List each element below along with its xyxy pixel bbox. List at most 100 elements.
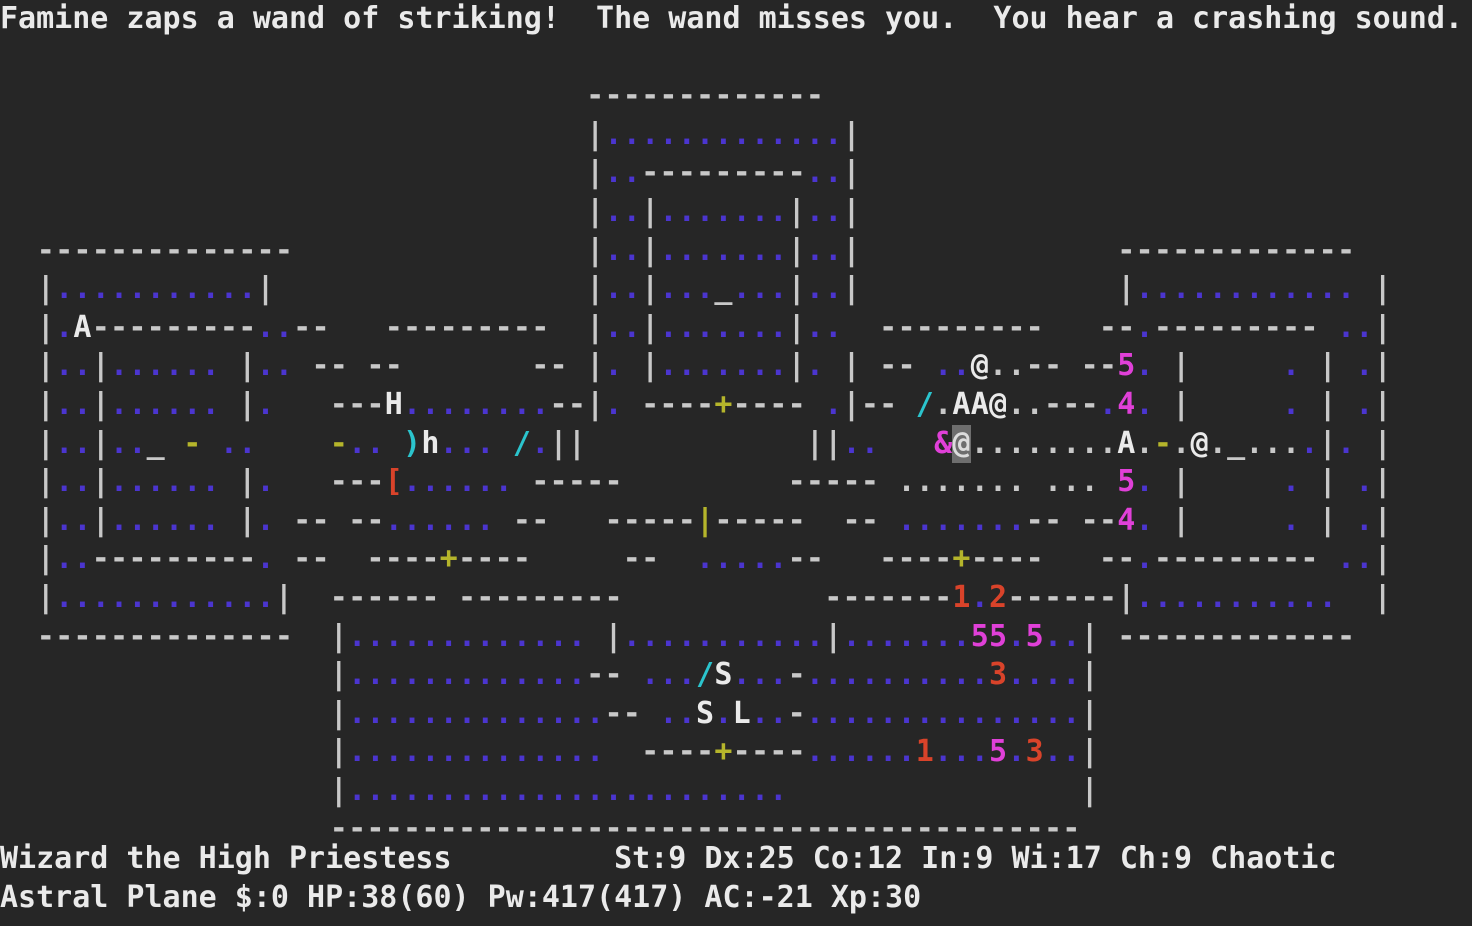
map-cell-empty [549, 502, 567, 541]
map-cell: - [750, 155, 769, 191]
map-cell-empty [1190, 656, 1208, 695]
map-row[interactable]: |..---------..| [0, 154, 1465, 193]
map-cell: . [238, 579, 257, 615]
map-cell-empty [92, 193, 110, 232]
map-cell-empty [293, 116, 311, 155]
map-cell-empty [256, 695, 274, 734]
map-row[interactable]: -------------- |............. |.........… [0, 618, 1465, 657]
map-row[interactable]: |..|...... |.. -- -- -- |. |.......|. | … [0, 347, 1465, 386]
map-cell: | [1373, 348, 1392, 384]
map-row[interactable]: |...........| |..|..._...|..| |.........… [0, 270, 1465, 309]
map-cell: L [732, 695, 751, 731]
map-cell: . [604, 271, 623, 307]
map-row[interactable]: |..|...... |. -- --...... -- -----|-----… [0, 502, 1465, 541]
map-cell-empty [879, 39, 897, 78]
map-cell-empty [366, 154, 384, 193]
map-cell-empty [952, 116, 970, 155]
map-cell: . [274, 309, 293, 345]
map-cell-empty [916, 77, 934, 116]
map-row[interactable]: |..|...... |. ---H........--|. ----+----… [0, 386, 1465, 425]
map-row[interactable]: ------------- [0, 77, 1465, 116]
map-cell: - [586, 464, 605, 500]
map-cell-empty [678, 39, 696, 78]
map-cell: . [677, 618, 696, 654]
map-cell: . [824, 271, 843, 307]
map-cell: - [805, 541, 824, 577]
map-cell-empty [1099, 154, 1117, 193]
map-cell-empty [1190, 502, 1208, 541]
map-cell: . [91, 579, 110, 615]
map-cell: | [1373, 541, 1392, 577]
map-cell-empty [440, 154, 458, 193]
map-row[interactable]: |.A---------..-- --------- |..|.......|.… [0, 309, 1465, 348]
map-cell-empty [1099, 39, 1117, 78]
map-cell-empty [385, 232, 403, 271]
map-cell: . [714, 193, 733, 229]
map-row[interactable]: |..|.......|..| [0, 193, 1465, 232]
map-row[interactable]: |..|.._ - .. -.. )h... /.|| ||.. &@.....… [0, 424, 1465, 464]
map-cell: . [805, 734, 824, 770]
map-cell-empty [1007, 116, 1025, 155]
map-cell: - [622, 78, 641, 114]
map-row[interactable]: |..|...... |. ---[...... ----- ----- ...… [0, 463, 1465, 502]
map-row[interactable]: -------------- |..|.......|..| ---------… [0, 232, 1465, 271]
map-cell: - [146, 309, 165, 345]
map-cell-empty [275, 77, 293, 116]
map-cell-empty [1062, 154, 1080, 193]
map-cell-empty [1026, 116, 1044, 155]
map-cell: - [512, 579, 531, 615]
map-cell-empty [311, 193, 329, 232]
map-cell-empty [513, 193, 531, 232]
map-cell: - [384, 348, 403, 384]
map-cell-empty [18, 579, 36, 618]
map-cell-empty [769, 579, 787, 618]
map-row[interactable]: |............| ------ --------- -------1… [0, 579, 1465, 618]
map-cell-empty [1099, 618, 1117, 657]
map-cell: | [1318, 502, 1337, 538]
map-cell-empty [586, 502, 604, 541]
map-cell-empty [1428, 425, 1446, 464]
map-cell-empty [275, 154, 293, 193]
map-cell-empty [1245, 116, 1263, 155]
map-row[interactable]: |.............. ----+----......1...5.3..… [0, 733, 1465, 772]
map-cell: | [1373, 464, 1392, 500]
nethack-terminal[interactable]: Famine zaps a wand of striking! The wand… [0, 0, 1472, 926]
map-cell-empty [293, 154, 311, 193]
map-cell: . [476, 657, 495, 693]
map-cell: . [366, 618, 385, 654]
map-row[interactable]: |.............| [0, 116, 1465, 155]
map-cell-empty [568, 232, 586, 271]
map-cell-empty [549, 309, 567, 348]
map-cell: . [805, 618, 824, 654]
map-cell-empty [1428, 309, 1446, 348]
map-row[interactable]: |.............-- .../S...-..........3...… [0, 656, 1465, 695]
map-row[interactable] [0, 39, 1465, 78]
map-cell: | [824, 618, 843, 654]
map-cell-empty [1080, 154, 1098, 193]
map-cell: - [128, 618, 147, 654]
map-cell: - [714, 78, 733, 114]
map-cell: - [494, 541, 513, 577]
map-area[interactable]: ------------- |.............| |..-------… [0, 39, 1465, 849]
map-cell-empty [18, 618, 36, 657]
map-cell-empty [1355, 810, 1373, 849]
map-cell: - [659, 155, 678, 191]
map-row[interactable]: |........................ | [0, 772, 1465, 811]
map-cell: . [201, 271, 220, 307]
map-cell: - [677, 78, 696, 114]
map-cell: - [1025, 309, 1044, 345]
map-cell-empty [1190, 695, 1208, 734]
map-cell-empty [18, 270, 36, 309]
map-cell: . [1172, 579, 1191, 615]
map-cell: . [439, 386, 458, 422]
map-cell: . [146, 464, 165, 500]
map-cell-empty [37, 154, 55, 193]
map-cell: . [1135, 348, 1154, 384]
map-cell: - [164, 541, 183, 577]
map-cell: - [457, 541, 476, 577]
map-cell-empty [1282, 656, 1300, 695]
map-row[interactable]: |..---------. -- ----+---- -- .....-- --… [0, 540, 1465, 579]
map-cell: . [750, 309, 769, 345]
map-row[interactable]: |..............-- ..S.L..-..............… [0, 695, 1465, 734]
map-cell: - [1245, 232, 1264, 268]
